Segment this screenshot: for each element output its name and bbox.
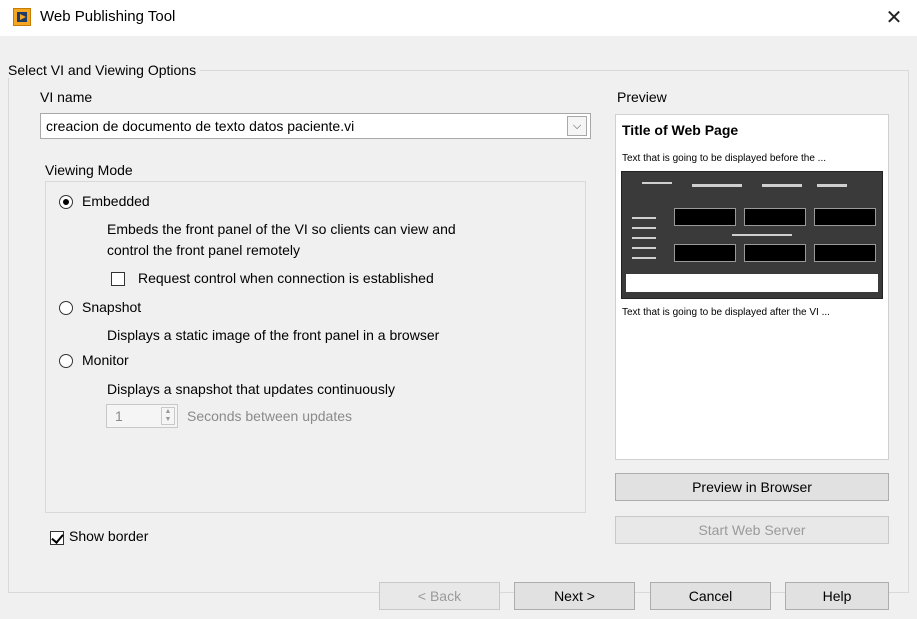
preview-in-browser-button[interactable]: Preview in Browser: [615, 473, 889, 501]
embedded-desc-line2: control the front panel remotely: [107, 242, 300, 258]
monitor-label[interactable]: Monitor: [82, 352, 129, 368]
labview-web-icon: [13, 8, 31, 26]
preview-text-before: Text that is going to be displayed befor…: [622, 153, 827, 164]
close-icon[interactable]: ✕: [879, 6, 909, 30]
vi-name-label: VI name: [40, 89, 93, 105]
vi-name-select[interactable]: creacion de documento de texto datos pac…: [40, 113, 591, 139]
request-control-checkbox[interactable]: [111, 272, 125, 286]
help-button[interactable]: Help: [785, 582, 889, 610]
front-panel-thumbnail: [621, 171, 883, 299]
embedded-desc-line1: Embeds the front panel of the VI so clie…: [107, 221, 456, 237]
snapshot-radio[interactable]: [59, 301, 73, 315]
dialog-content: Select VI and Viewing Options VI name cr…: [0, 36, 917, 619]
request-control-label[interactable]: Request control when connection is estab…: [138, 270, 434, 286]
start-web-server-button[interactable]: Start Web Server: [615, 516, 889, 544]
preview-panel: Title of Web Page Text that is going to …: [615, 114, 889, 460]
back-button[interactable]: < Back: [379, 582, 500, 610]
monitor-desc: Displays a snapshot that updates continu…: [107, 381, 395, 397]
preview-label: Preview: [617, 89, 667, 105]
show-border-label[interactable]: Show border: [69, 528, 148, 544]
window-title: Web Publishing Tool: [40, 8, 176, 25]
group-label: Select VI and Viewing Options: [8, 62, 201, 78]
embedded-label[interactable]: Embedded: [82, 193, 150, 209]
snapshot-desc: Displays a static image of the front pan…: [107, 327, 440, 343]
embedded-radio[interactable]: [59, 195, 73, 209]
preview-text-after: Text that is going to be displayed after…: [622, 307, 830, 318]
seconds-value: 1: [115, 408, 123, 424]
vi-name-value: creacion de documento de texto datos pac…: [46, 118, 355, 134]
chevron-down-icon[interactable]: ⌵: [567, 116, 587, 136]
next-button[interactable]: Next >: [514, 582, 635, 610]
spin-arrows-icon[interactable]: ▲ ▼: [161, 407, 175, 425]
snapshot-label[interactable]: Snapshot: [82, 299, 141, 315]
monitor-radio[interactable]: [59, 354, 73, 368]
viewing-mode-label: Viewing Mode: [45, 162, 133, 178]
seconds-stepper[interactable]: 1 ▲ ▼: [106, 404, 178, 428]
show-border-checkbox[interactable]: [50, 531, 64, 545]
title-bar: Web Publishing Tool ✕: [0, 0, 917, 36]
preview-page-title: Title of Web Page: [622, 122, 739, 138]
seconds-label: Seconds between updates: [187, 408, 353, 424]
cancel-button[interactable]: Cancel: [650, 582, 771, 610]
